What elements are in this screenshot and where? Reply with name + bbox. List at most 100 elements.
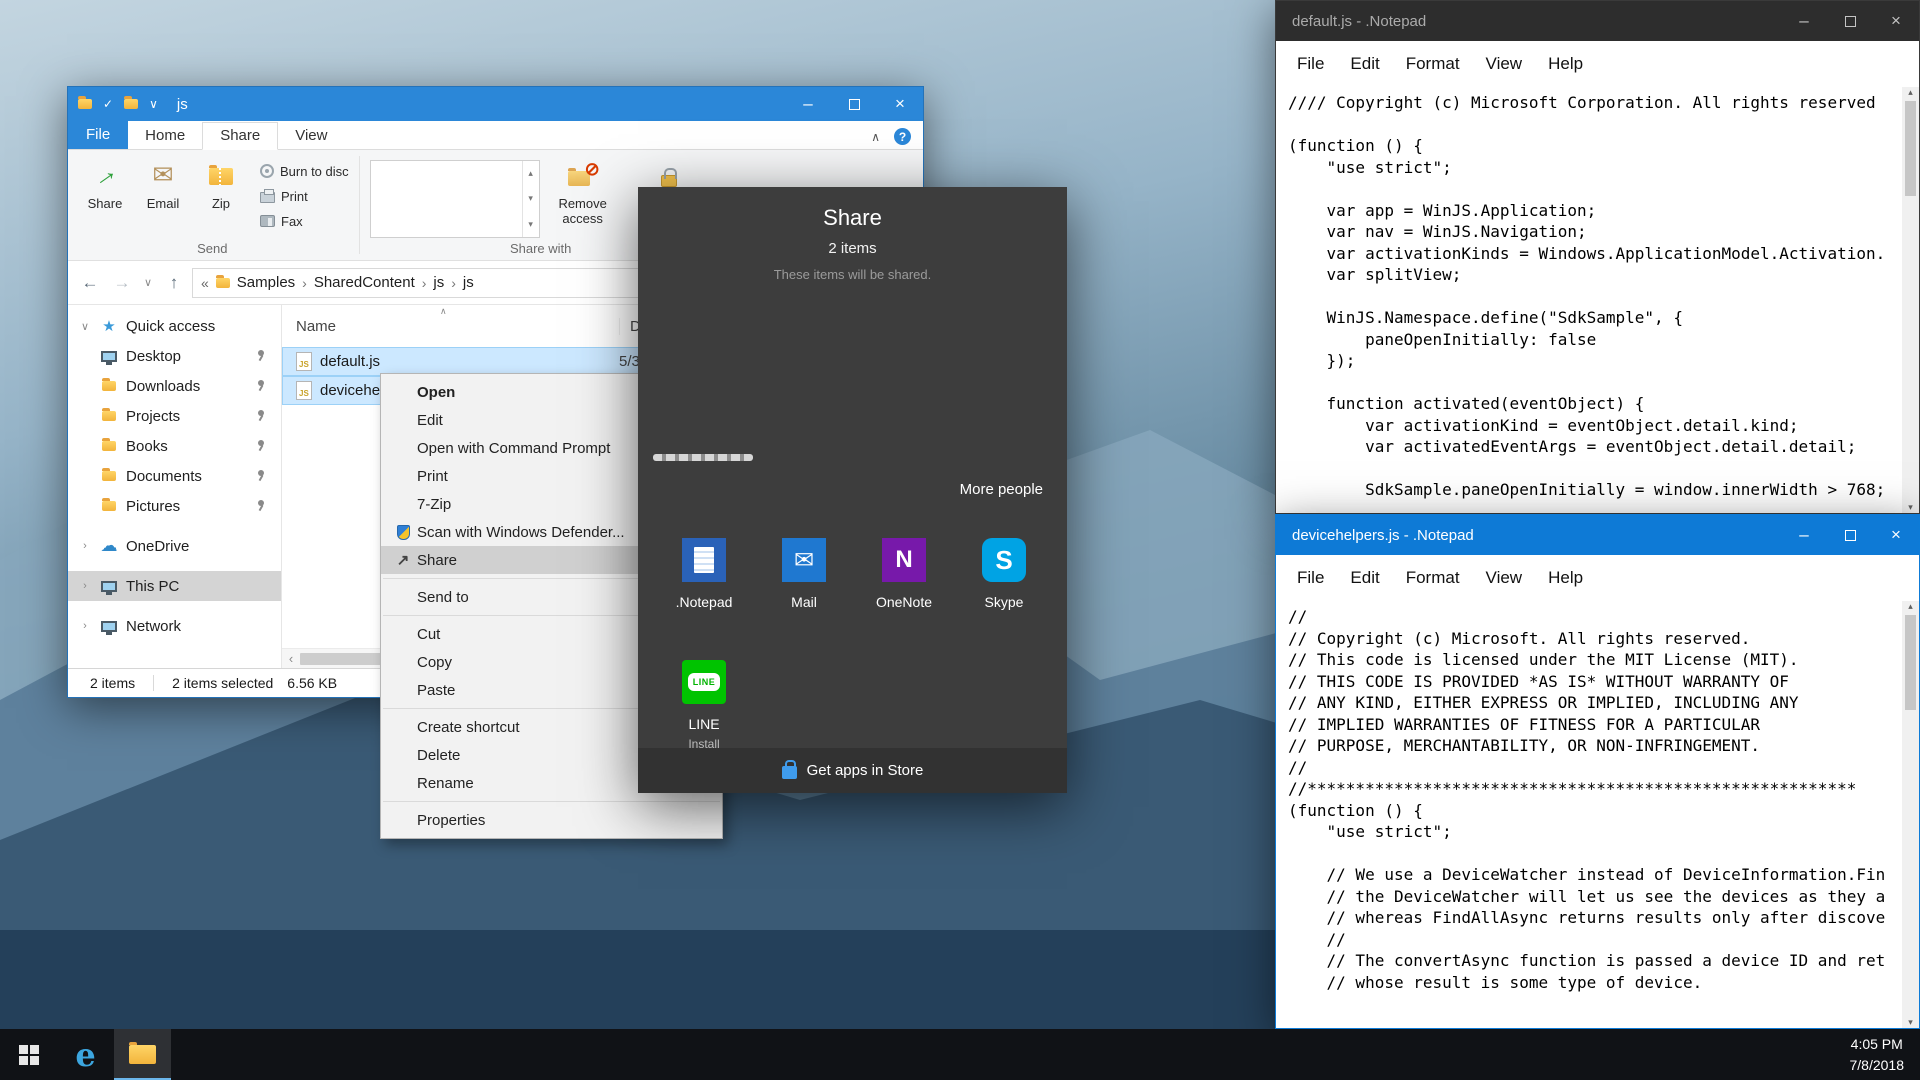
scroll-down-icon[interactable]: ▾ xyxy=(1908,1017,1913,1028)
notepad-titlebar[interactable]: default.js - .Notepad – × xyxy=(1276,1,1919,41)
menu-format[interactable]: Format xyxy=(1393,568,1473,588)
sidebar-item-quick-access[interactable]: ∨ ★ Quick access xyxy=(68,311,281,341)
start-button[interactable] xyxy=(0,1029,57,1080)
share-target-skype[interactable]: S Skype xyxy=(968,538,1040,610)
taskbar-clock[interactable]: 4:05 PM 7/8/2018 xyxy=(1850,1029,1920,1080)
context-menu-item-properties[interactable]: Properties xyxy=(381,806,722,834)
sidebar-item-documents[interactable]: Documents xyxy=(68,461,281,491)
scrollbar-thumb[interactable] xyxy=(1905,615,1916,710)
sidebar-item-network[interactable]: › Network xyxy=(68,611,281,641)
sidebar-item-label: Books xyxy=(126,438,168,455)
breadcrumb-sharedcontent[interactable]: SharedContent xyxy=(314,274,415,291)
menu-edit[interactable]: Edit xyxy=(1337,54,1392,74)
breadcrumb-samples[interactable]: Samples xyxy=(237,274,295,291)
scroll-up-icon[interactable]: ▴ xyxy=(1908,87,1913,98)
status-selected-count: 2 items selected xyxy=(172,675,273,691)
menu-help[interactable]: Help xyxy=(1535,568,1596,588)
scroll-up-icon[interactable]: ▴ xyxy=(528,168,533,179)
chevron-right-icon[interactable]: › xyxy=(78,540,92,552)
tab-file[interactable]: File xyxy=(68,121,128,149)
chevron-right-icon[interactable]: › xyxy=(78,580,92,592)
ribbon-fax-button[interactable]: Fax xyxy=(260,210,349,232)
tab-share[interactable]: Share xyxy=(202,122,278,150)
chevron-right-icon[interactable]: › xyxy=(78,620,92,632)
menu-help[interactable]: Help xyxy=(1535,54,1596,74)
menu-file[interactable]: File xyxy=(1284,568,1337,588)
scroll-down-icon[interactable]: ▾ xyxy=(528,193,533,204)
share-with-gallery[interactable]: ▴ ▾ ▾ xyxy=(370,160,540,238)
chevron-down-icon[interactable]: ∨ xyxy=(78,320,92,333)
ribbon-share-button[interactable]: → Share xyxy=(76,156,134,212)
maximize-button[interactable] xyxy=(1827,515,1873,555)
lock-icon xyxy=(661,175,677,187)
close-button[interactable]: × xyxy=(877,87,923,121)
menu-view[interactable]: View xyxy=(1473,568,1536,588)
get-apps-in-store-link[interactable]: Get apps in Store xyxy=(638,748,1067,793)
breadcrumb-js-2[interactable]: js xyxy=(463,274,474,291)
qat-customize-icon[interactable]: ∨ xyxy=(149,97,158,111)
scroll-up-icon[interactable]: ▴ xyxy=(1908,601,1913,612)
breadcrumb-js[interactable]: js xyxy=(433,274,444,291)
more-people-link[interactable]: More people xyxy=(960,481,1043,498)
taskbar-explorer-button[interactable] xyxy=(114,1029,171,1080)
sidebar-item-books[interactable]: Books xyxy=(68,431,281,461)
menu-bar: File Edit Format View Help xyxy=(1276,555,1919,601)
recent-locations-icon[interactable]: ∨ xyxy=(140,276,156,289)
sidebar-item-this-pc[interactable]: › This PC xyxy=(68,571,281,601)
explorer-app-icon xyxy=(78,99,92,109)
taskbar-edge-button[interactable]: e xyxy=(57,1029,114,1080)
sidebar-item-pictures[interactable]: Pictures xyxy=(68,491,281,521)
collapse-ribbon-icon[interactable]: ∧ xyxy=(871,130,880,144)
qat-properties-icon[interactable]: ✓ xyxy=(103,97,113,111)
forward-icon[interactable]: → xyxy=(108,273,136,293)
sidebar-item-projects[interactable]: Projects xyxy=(68,401,281,431)
gallery-more-icon[interactable]: ▾ xyxy=(528,219,533,230)
menu-format[interactable]: Format xyxy=(1393,54,1473,74)
maximize-button[interactable] xyxy=(831,87,877,121)
scrollbar-thumb[interactable] xyxy=(1905,101,1916,196)
vertical-scrollbar[interactable]: ▴ ▾ xyxy=(1902,601,1919,1028)
share-target-mail[interactable]: ✉ Mail xyxy=(768,538,840,610)
gallery-scroll-arrows[interactable]: ▴ ▾ ▾ xyxy=(522,161,539,237)
menu-view[interactable]: View xyxy=(1473,54,1536,74)
sidebar-item-label: Projects xyxy=(126,408,180,425)
editor-text[interactable]: // // Copyright (c) Microsoft. All right… xyxy=(1276,601,1919,993)
up-icon[interactable]: ↑ xyxy=(160,273,188,293)
store-link-label: Get apps in Store xyxy=(807,762,924,779)
tab-view[interactable]: View xyxy=(278,123,344,149)
close-button[interactable]: × xyxy=(1873,515,1919,555)
scroll-left-icon[interactable]: ‹ xyxy=(282,651,300,666)
scrollbar-thumb[interactable] xyxy=(300,653,388,665)
notepad-window-default-js: default.js - .Notepad – × File Edit Form… xyxy=(1275,0,1920,514)
vertical-scrollbar[interactable]: ▴ ▾ xyxy=(1902,87,1919,513)
help-icon[interactable]: ? xyxy=(894,128,911,145)
share-target-notepad[interactable]: .Notepad xyxy=(668,538,740,610)
scroll-down-icon[interactable]: ▾ xyxy=(1908,502,1913,513)
sidebar-item-desktop[interactable]: Desktop xyxy=(68,341,281,371)
editor-text[interactable]: //// Copyright (c) Microsoft Corporation… xyxy=(1276,87,1919,501)
minimize-button[interactable]: – xyxy=(1781,515,1827,555)
ribbon-remove-access-button[interactable]: ⊘ Remove access xyxy=(540,156,626,227)
sidebar-item-onedrive[interactable]: › ☁ OneDrive xyxy=(68,531,281,561)
minimize-button[interactable]: – xyxy=(1781,1,1827,41)
column-header-name[interactable]: Name xyxy=(296,318,619,335)
explorer-titlebar[interactable]: ✓ ∨ js – × xyxy=(68,87,923,121)
ribbon-zip-button[interactable]: Zip xyxy=(192,156,250,212)
close-button[interactable]: × xyxy=(1873,1,1919,41)
ribbon-email-button[interactable]: ✉ Email xyxy=(134,156,192,212)
notepad-titlebar[interactable]: devicehelpers.js - .Notepad – × xyxy=(1276,515,1919,555)
minimize-button[interactable]: – xyxy=(785,87,831,121)
back-icon[interactable]: ← xyxy=(76,273,104,293)
qat-new-folder-icon[interactable] xyxy=(124,99,138,109)
share-target-onenote[interactable]: N OneNote xyxy=(868,538,940,610)
menu-edit[interactable]: Edit xyxy=(1337,568,1392,588)
maximize-button[interactable] xyxy=(1827,1,1873,41)
ribbon-print-button[interactable]: Print xyxy=(260,185,349,207)
sidebar-item-downloads[interactable]: Downloads xyxy=(68,371,281,401)
tab-home[interactable]: Home xyxy=(128,123,202,149)
folder-icon xyxy=(102,471,116,481)
collapsed-path-icon[interactable]: « xyxy=(201,275,209,291)
share-target-line[interactable]: LINE LINE Install xyxy=(668,660,740,751)
menu-file[interactable]: File xyxy=(1284,54,1337,74)
ribbon-burn-button[interactable]: Burn to disc xyxy=(260,160,349,182)
